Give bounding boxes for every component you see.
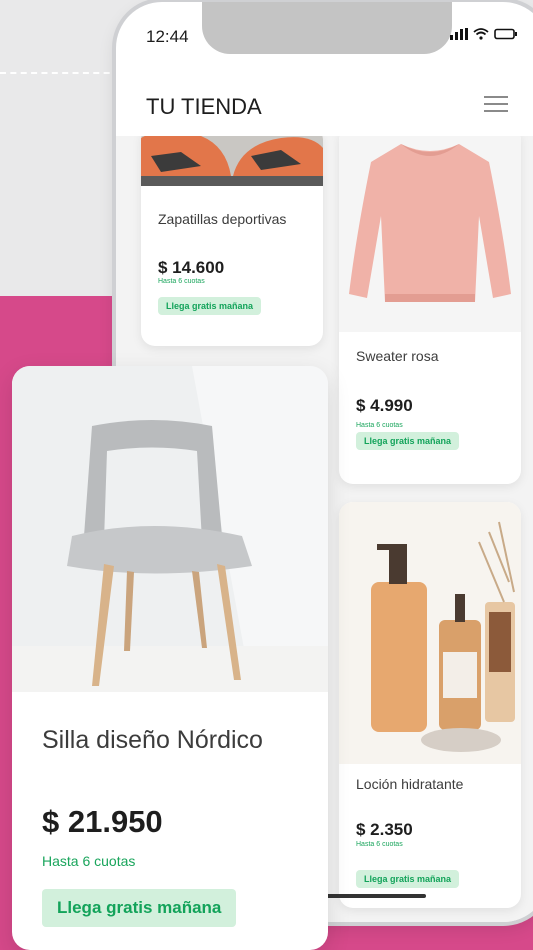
phone-notch: [202, 2, 452, 54]
product-installments: Hasta 6 cuotas: [356, 841, 403, 848]
wifi-icon: [473, 28, 489, 40]
product-price: $ 2.350: [356, 820, 413, 839]
home-indicator: [316, 894, 426, 898]
product-price: $ 4.990: [356, 396, 413, 415]
free-shipping-badge: Llega gratis mañana: [356, 432, 460, 450]
product-card-sneakers[interactable]: Zapatillas deportivas $ 14.600 Hasta 6 c…: [141, 136, 323, 346]
featured-free-shipping-badge: Llega gratis mañana: [42, 889, 237, 927]
decorative-dashed-line: [0, 72, 120, 74]
lotion-image: [339, 502, 521, 764]
product-card-lotion[interactable]: Loción hidratante $ 2.350 Hasta 6 cuotas…: [339, 502, 521, 908]
free-shipping-badge: Llega gratis mañana: [158, 297, 262, 315]
chair-image: [12, 366, 328, 692]
featured-product-card[interactable]: Silla diseño Nórdico $ 21.950 Hasta 6 cu…: [12, 366, 328, 950]
signal-icon: [450, 28, 468, 40]
hamburger-menu-icon[interactable]: [484, 96, 508, 112]
status-icons: [450, 24, 530, 44]
featured-product-name: Silla diseño Nórdico: [42, 726, 263, 754]
sweater-image: [339, 136, 521, 332]
product-name: Loción hidratante: [356, 776, 464, 792]
product-installments: Hasta 6 cuotas: [158, 278, 205, 285]
app-header: TU TIENDA: [116, 74, 533, 136]
featured-product-price: $ 21.950: [42, 804, 163, 839]
product-installments: Hasta 6 cuotas: [356, 422, 403, 429]
status-time: 12:44: [146, 27, 189, 46]
product-card-sweater[interactable]: Sweater rosa $ 4.990 Hasta 6 cuotas Lleg…: [339, 136, 521, 484]
featured-product-installments: Hasta 6 cuotas: [42, 853, 136, 869]
product-price: $ 14.600: [158, 258, 225, 277]
free-shipping-badge: Llega gratis mañana: [356, 870, 460, 888]
product-name: Zapatillas deportivas: [158, 211, 287, 227]
sneakers-image: [141, 136, 323, 186]
battery-icon: [494, 28, 517, 40]
store-title: TU TIENDA: [146, 94, 262, 119]
product-name: Sweater rosa: [356, 348, 439, 364]
